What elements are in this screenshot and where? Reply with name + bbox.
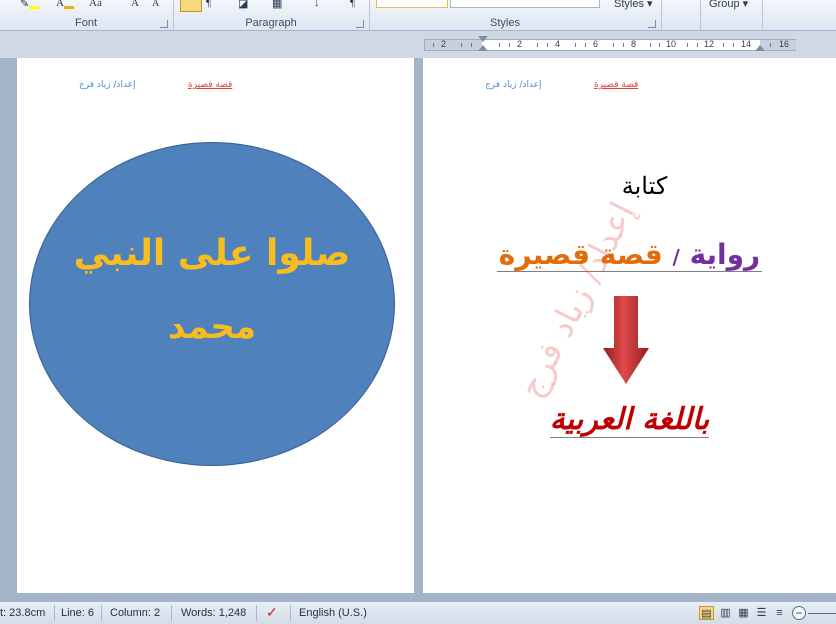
ruler-number: 6 bbox=[593, 39, 599, 49]
grow-font-button[interactable]: A bbox=[131, 0, 139, 9]
ruler-number: 4 bbox=[555, 39, 561, 49]
paragraph-group-label: Paragraph bbox=[245, 17, 297, 29]
right-indent-marker[interactable] bbox=[755, 45, 765, 51]
header-title: قصة قصيرة bbox=[188, 80, 233, 90]
ribbon-separator bbox=[700, 0, 701, 31]
header-author: إعداد/ زياد فرج bbox=[79, 80, 136, 90]
ruler-number: 8 bbox=[631, 39, 637, 49]
status-position[interactable]: t: 23.8cm bbox=[0, 607, 45, 619]
down-arrow-icon bbox=[603, 296, 649, 384]
text-highlight-icon[interactable]: ✎ bbox=[20, 0, 40, 10]
style-normal-swatch[interactable] bbox=[376, 0, 448, 8]
font-color-icon[interactable]: A bbox=[56, 0, 74, 9]
change-case-button[interactable]: Aa bbox=[89, 0, 102, 9]
outline-view-button[interactable]: ☰ bbox=[754, 606, 769, 620]
change-styles-button[interactable]: Styles ▾ bbox=[614, 0, 653, 10]
web-layout-button[interactable]: ▦ bbox=[736, 606, 751, 620]
document-page-left[interactable]: قصة قصيرة إعداد/ زياد فرج صلوا على النبي… bbox=[17, 58, 414, 593]
ruler-margin-right bbox=[760, 40, 796, 50]
zoom-slider[interactable] bbox=[808, 613, 836, 614]
ellipse-text-line1: صلوا على النبي bbox=[73, 233, 351, 274]
indent-marker[interactable] bbox=[478, 36, 488, 42]
show-marks-icon[interactable]: ¶ bbox=[350, 0, 355, 9]
status-language[interactable]: English (U.S.) bbox=[299, 607, 367, 619]
group-button[interactable]: Group ▾ bbox=[709, 0, 748, 10]
ribbon: ✎ A Aa A A Font ¶ ◪ ▦ ↓ ¶ Paragraph Styl… bbox=[0, 0, 836, 31]
novel-text: رواية bbox=[689, 238, 761, 271]
ruler-number: 16 bbox=[779, 39, 790, 49]
styles-dialog-launcher[interactable] bbox=[648, 20, 656, 28]
ellipse-shape[interactable]: صلوا على النبي محمد bbox=[29, 142, 395, 466]
document-page-right[interactable]: قصة قصيرة إعداد/ زياد فرج كتابة رواية / … bbox=[423, 58, 836, 593]
heading-novel-story: رواية / قصة قصيرة bbox=[423, 238, 836, 272]
shrink-font-button[interactable]: A bbox=[152, 0, 159, 9]
heading-arabic-language: باللغة العربية bbox=[549, 402, 710, 438]
header-title: قصة قصيرة bbox=[594, 80, 639, 90]
horizontal-ruler[interactable]: 2 2 4 6 8 10 12 14 16 bbox=[424, 36, 796, 51]
paragraph-group: ¶ ◪ ▦ ↓ ¶ Paragraph bbox=[174, 0, 368, 31]
ribbon-separator bbox=[762, 0, 763, 31]
ruler-number: 14 bbox=[741, 39, 752, 49]
borders-icon[interactable]: ▦ bbox=[272, 0, 282, 10]
rtl-button[interactable] bbox=[180, 0, 202, 12]
heading-writing: كتابة bbox=[621, 172, 668, 200]
status-words[interactable]: Words: 1,248 bbox=[181, 607, 246, 619]
font-group: ✎ A Aa A A Font bbox=[0, 0, 172, 31]
ellipse-text-line2: محمد bbox=[168, 307, 256, 347]
paragraph-dialog-launcher[interactable] bbox=[356, 20, 364, 28]
group-group: Group ▾ bbox=[702, 0, 762, 31]
ribbon-separator bbox=[661, 0, 662, 31]
header-author: إعداد/ زياد فرج bbox=[485, 80, 542, 90]
font-dialog-launcher[interactable] bbox=[160, 20, 168, 28]
font-group-label: Font bbox=[74, 17, 97, 29]
indent-marker[interactable] bbox=[478, 45, 488, 51]
styles-group: Styles ▾ Styles bbox=[370, 0, 660, 31]
styles-group-label: Styles bbox=[490, 17, 520, 29]
spelling-check-icon[interactable]: ✓ bbox=[266, 604, 278, 621]
status-column[interactable]: Column: 2 bbox=[110, 607, 160, 619]
status-bar: t: 23.8cm Line: 6 Column: 2 Words: 1,248… bbox=[0, 601, 836, 624]
sort-icon[interactable]: ↓ bbox=[314, 0, 320, 9]
style-nospacing-swatch[interactable] bbox=[450, 0, 600, 8]
ruler-number: 2 bbox=[517, 39, 523, 49]
slash-text: / bbox=[672, 245, 680, 269]
ruler-number: 10 bbox=[666, 39, 677, 49]
ruler-number: 2 bbox=[441, 39, 447, 49]
shading-icon[interactable]: ◪ bbox=[238, 0, 248, 10]
full-screen-reading-button[interactable]: ▥ bbox=[718, 606, 733, 620]
print-layout-view-button[interactable]: ▤ bbox=[699, 606, 714, 620]
ltr-icon[interactable]: ¶ bbox=[206, 0, 211, 9]
zoom-out-button[interactable]: − bbox=[792, 606, 806, 620]
status-line[interactable]: Line: 6 bbox=[61, 607, 94, 619]
draft-view-button[interactable]: ≡ bbox=[772, 606, 787, 620]
ruler-number: 12 bbox=[704, 39, 715, 49]
